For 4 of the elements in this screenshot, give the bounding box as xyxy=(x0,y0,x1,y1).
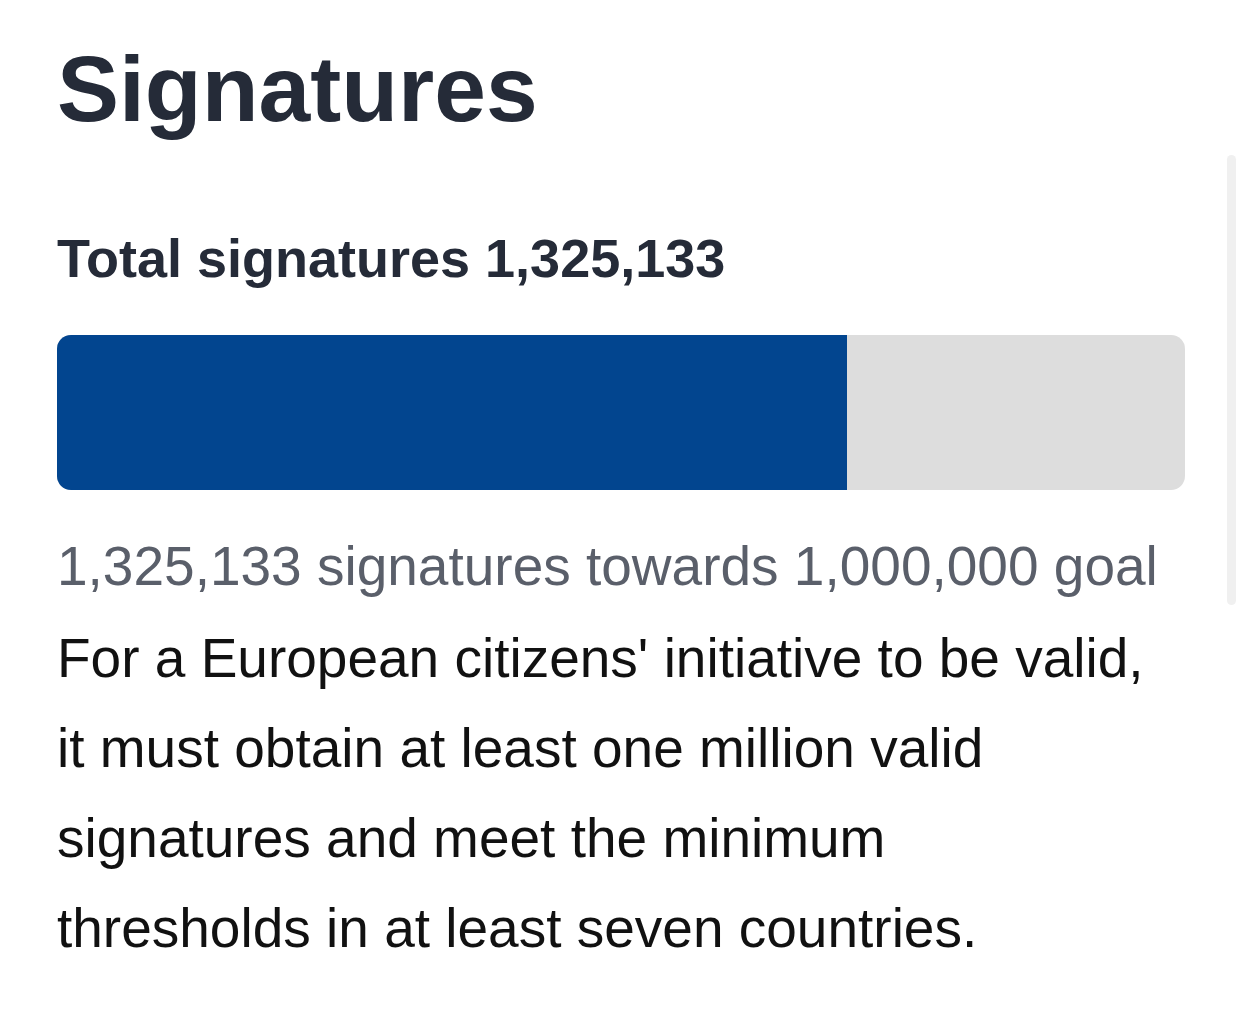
total-signatures-text: Total signatures 1,325,133 xyxy=(57,226,727,290)
description-text: For a European citizens' initiative to be valid, it must obtain at least one million valid signatures and meet the minimum thresholds in at least seven countries. xyxy=(57,626,1145,962)
goal-progress-text: 1,325,133 signatures towards 1,000,000 goal xyxy=(57,534,1159,600)
section-heading: Signatures xyxy=(57,36,539,143)
